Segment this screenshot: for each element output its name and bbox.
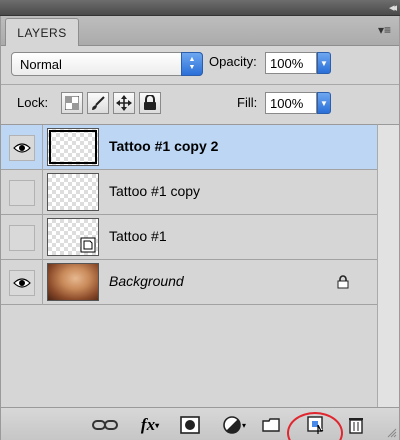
move-icon (116, 95, 132, 111)
select-arrows-icon: ▲ ▼ (181, 52, 203, 76)
checkerboard-icon (65, 96, 79, 110)
lock-icon (337, 275, 349, 289)
layer-row-background[interactable]: Background (1, 260, 377, 305)
layers-list: Tattoo #1 copy 2 Tattoo #1 copy Tattoo #… (1, 124, 377, 407)
layers-bottom-toolbar: fx ▾ ▾ (1, 407, 399, 440)
fill-field[interactable]: 100% (265, 92, 317, 114)
lock-all-button[interactable] (139, 92, 161, 114)
layer-thumbnail (47, 263, 99, 301)
opacity-label: Opacity: (209, 54, 257, 69)
opacity-field[interactable]: 100% (265, 52, 317, 74)
adjustment-layer-icon[interactable]: ▾ (219, 415, 249, 435)
blend-mode-value: Normal (20, 56, 62, 72)
fill-dropdown-button[interactable]: ▼ (317, 92, 331, 114)
divider (42, 125, 43, 170)
divider (42, 260, 43, 305)
fx-label: fx (140, 415, 156, 434)
fx-icon[interactable]: fx ▾ (135, 415, 165, 435)
fill-label: Fill: (237, 95, 258, 110)
lock-label: Lock: (17, 95, 49, 110)
layer-thumbnail (47, 128, 99, 166)
new-group-icon[interactable] (261, 415, 281, 435)
opacity-dropdown-button[interactable]: ▼ (317, 52, 331, 74)
layers-panel: LAYERS ▾≡ Normal ▲ ▼ Opacity: 100% ▼ Lock… (0, 16, 400, 440)
visibility-toggle[interactable] (9, 135, 35, 161)
dropdown-arrow-icon: ▾ (155, 420, 160, 430)
divider (42, 170, 43, 215)
collapse-panel-button[interactable]: ◂◂ (389, 1, 397, 14)
highlight-circle (287, 412, 343, 440)
smart-object-icon (80, 237, 96, 253)
layer-thumbnail (47, 173, 99, 211)
blend-mode-select[interactable]: Normal ▲ ▼ (11, 52, 203, 76)
visibility-toggle[interactable] (9, 270, 35, 296)
lock-position-button[interactable] (113, 92, 135, 114)
visibility-toggle[interactable] (9, 180, 35, 206)
divider (42, 215, 43, 260)
brush-icon (92, 96, 105, 110)
panel-menu-button[interactable]: ▾≡ (378, 23, 391, 37)
lock-icon (144, 95, 156, 110)
layer-mask-icon[interactable] (179, 415, 201, 435)
layer-name[interactable]: Tattoo #1 (109, 228, 167, 244)
resize-grip-icon[interactable] (387, 428, 397, 438)
lock-transparent-pixels-button[interactable] (61, 92, 83, 114)
eye-icon (13, 278, 31, 288)
layer-row-tattoo[interactable]: Tattoo #1 (1, 215, 377, 260)
layer-name[interactable]: Tattoo #1 copy 2 (109, 138, 218, 154)
lock-image-pixels-button[interactable] (87, 92, 109, 114)
visibility-toggle[interactable] (9, 225, 35, 251)
layer-row-tattoo-copy[interactable]: Tattoo #1 copy (1, 170, 377, 215)
layer-row-tattoo-copy-2[interactable]: Tattoo #1 copy 2 (1, 125, 377, 170)
tab-bar: LAYERS ▾≡ (1, 16, 399, 46)
eye-icon (13, 143, 31, 153)
layer-name[interactable]: Tattoo #1 copy (109, 183, 200, 199)
tab-layers[interactable]: LAYERS (5, 18, 79, 46)
layer-thumbnail (47, 218, 99, 256)
scrollbar[interactable] (377, 124, 399, 407)
panel-titlebar: ◂◂ (0, 0, 400, 16)
layer-name[interactable]: Background (109, 273, 184, 289)
dropdown-arrow-icon: ▾ (241, 420, 246, 430)
divider (1, 84, 399, 85)
trash-icon[interactable] (347, 415, 365, 435)
link-layers-icon[interactable] (91, 415, 119, 435)
